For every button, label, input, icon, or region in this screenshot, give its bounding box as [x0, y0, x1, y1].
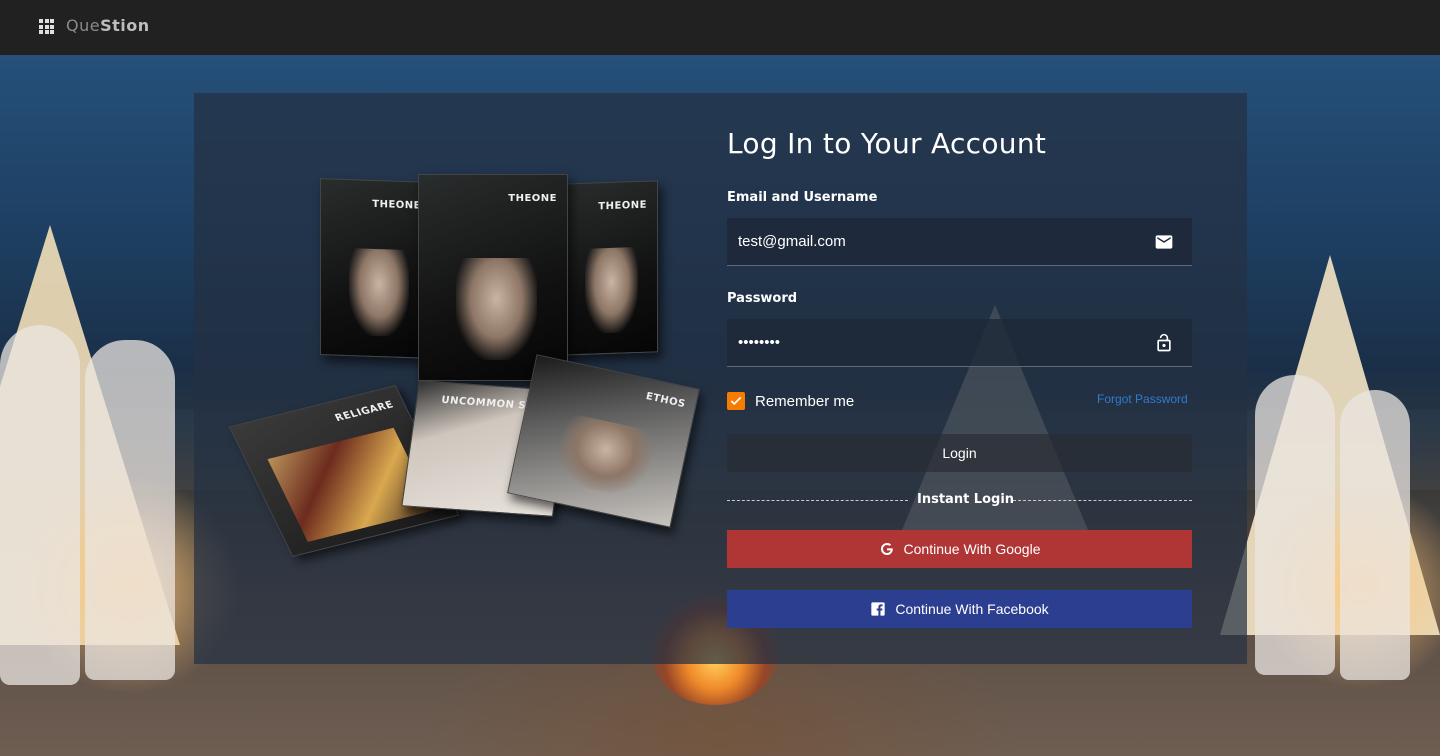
book-title: THEONE	[508, 193, 557, 204]
password-label: Password	[727, 291, 798, 306]
email-input[interactable]	[738, 218, 1138, 265]
book-figure	[585, 246, 638, 334]
login-title: Log In to Your Account	[727, 127, 1047, 160]
checkmark-icon	[730, 396, 742, 406]
email-field-container	[727, 218, 1192, 266]
brand-text-part1: Que	[66, 16, 101, 35]
google-button-label: Continue With Google	[903, 541, 1041, 557]
remember-me: Remember me	[727, 391, 854, 411]
background-person	[85, 340, 175, 680]
book-cover: THEONE	[560, 180, 658, 356]
books-illustration: THEONE THEONE THEONE RELIGARE UNCOMMON S…	[228, 170, 710, 590]
background-person	[1255, 375, 1335, 675]
book-cover: THEONE	[418, 174, 568, 381]
mail-icon	[1154, 232, 1174, 252]
background-person	[1340, 390, 1410, 680]
remember-me-label[interactable]: Remember me	[755, 393, 854, 410]
lock-icon	[1154, 333, 1174, 353]
facebook-icon	[870, 601, 886, 617]
password-input[interactable]	[738, 319, 1138, 366]
login-button[interactable]: Login	[727, 434, 1192, 472]
book-title: ETHOS	[644, 390, 687, 411]
book-cover: THEONE	[320, 178, 432, 359]
facebook-login-button[interactable]: Continue With Facebook	[727, 590, 1192, 628]
book-title: THEONE	[372, 198, 421, 212]
forgot-password-link[interactable]: Forgot Password	[1097, 392, 1188, 406]
apps-grid-icon[interactable]	[39, 19, 54, 34]
book-title: RELIGARE	[333, 399, 396, 424]
divider-line	[727, 500, 908, 501]
top-navbar: QueStion	[0, 0, 1440, 55]
book-figure	[552, 412, 657, 501]
instant-login-label: Instant Login	[917, 492, 1015, 507]
divider-line	[1013, 500, 1192, 501]
brand-text-part2: Stion	[100, 16, 150, 35]
instant-login-divider: Instant Login	[727, 491, 1192, 511]
book-title: THEONE	[598, 199, 647, 213]
password-field-container	[727, 319, 1192, 367]
email-label: Email and Username	[727, 190, 878, 205]
background-person	[0, 325, 80, 685]
brand-logo[interactable]: QueStion	[66, 16, 150, 35]
remember-me-checkbox[interactable]	[727, 392, 745, 410]
book-figure	[456, 257, 538, 360]
google-login-button[interactable]: Continue With Google	[727, 530, 1192, 568]
facebook-button-label: Continue With Facebook	[895, 601, 1049, 617]
google-icon	[879, 541, 895, 557]
book-figure	[348, 247, 409, 338]
